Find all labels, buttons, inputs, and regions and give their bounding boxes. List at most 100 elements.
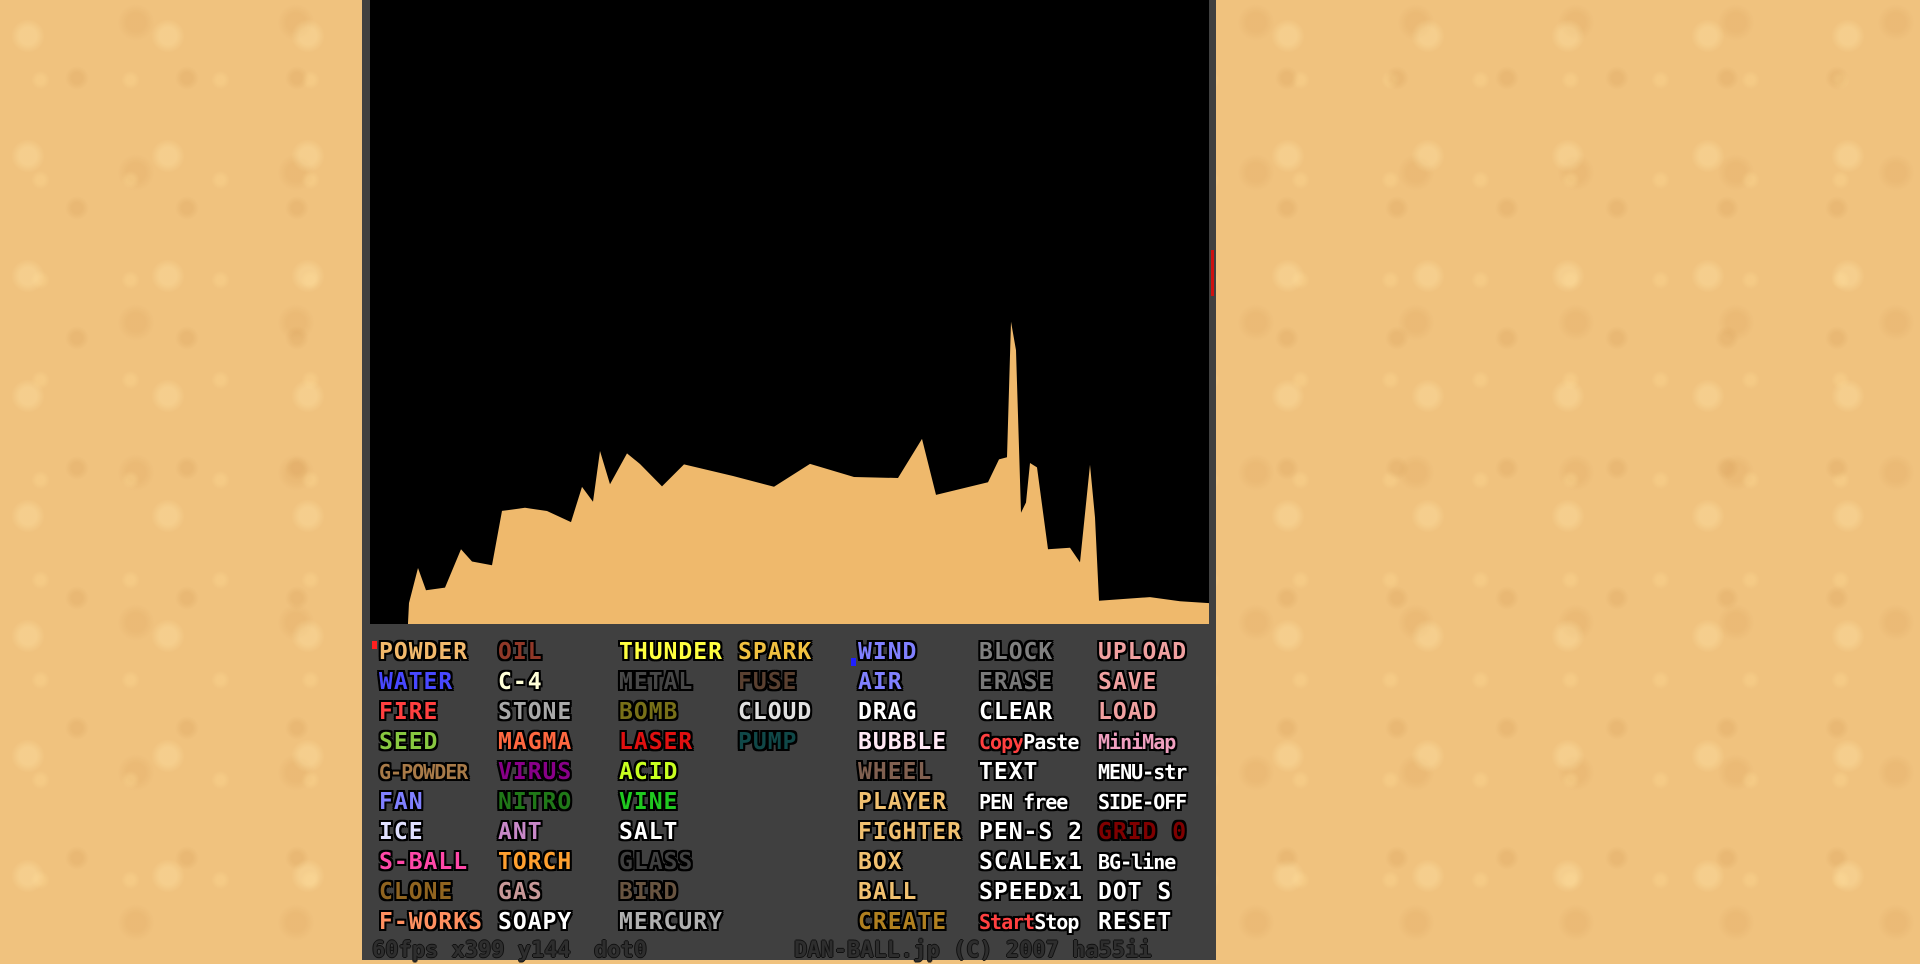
menu-item-virus[interactable]: VIRUS xyxy=(498,757,572,787)
menu-item-label: FUSE xyxy=(738,669,798,695)
menu-item-ball[interactable]: BALL xyxy=(858,877,917,907)
menu-item-fighter[interactable]: FIGHTER xyxy=(858,817,962,847)
menu-item-label: RESET xyxy=(1098,909,1173,935)
menu-item-cloud[interactable]: CLOUD xyxy=(738,697,812,727)
menu-item-copypaste[interactable]: CopyPaste xyxy=(979,727,1079,757)
menu-item-spark[interactable]: SPARK xyxy=(738,637,812,667)
menu-item-drag[interactable]: DRAG xyxy=(858,697,917,727)
menu-item-bomb[interactable]: BOMB xyxy=(619,697,678,727)
menu-item-nitro[interactable]: NITRO xyxy=(498,787,572,817)
menu-item-water[interactable]: WATER xyxy=(379,667,453,697)
menu-item-seed[interactable]: SEED xyxy=(379,727,438,757)
menu-item-pen-free[interactable]: PEN free xyxy=(979,787,1068,817)
menu-item-dot-s[interactable]: DOT S xyxy=(1098,877,1172,907)
menu-item-save[interactable]: SAVE xyxy=(1098,667,1157,697)
menu-item-label: ACID xyxy=(619,759,679,785)
powder-game-window: POWDER WATER FIRE SEED G-POWDER FAN ICE S-BALL C… xyxy=(362,0,1216,963)
menu-item-label: WIND xyxy=(858,639,918,665)
menu-item-torch[interactable]: TORCH xyxy=(498,847,572,877)
menu-item-label: G-POWDER xyxy=(379,760,468,784)
menu-item-label: FAN xyxy=(379,789,424,815)
menu-item-acid[interactable]: ACID xyxy=(619,757,678,787)
menu-item-wheel[interactable]: WHEEL xyxy=(858,757,932,787)
menu-item-ant[interactable]: ANT xyxy=(498,817,543,847)
menu-item-label: OIL xyxy=(498,639,543,665)
menu-item-label: PLAYER xyxy=(858,789,948,815)
menu-item-label: TORCH xyxy=(498,849,573,875)
menu-item-thunder[interactable]: THUNDER xyxy=(619,637,723,667)
menu-item-fire[interactable]: FIRE xyxy=(379,697,438,727)
menu-item-block[interactable]: BLOCK xyxy=(979,637,1053,667)
menu-item-create[interactable]: CREATE xyxy=(858,907,947,937)
status-readout: 60fps x399 y144 dot0 xyxy=(372,938,647,964)
menu-item-soapy[interactable]: SOAPY xyxy=(498,907,572,937)
menu-item-menu-str[interactable]: MENU-str xyxy=(1098,757,1187,787)
menu-item-label: POWDER xyxy=(379,639,469,665)
menu-item-label: WHEEL xyxy=(858,759,933,785)
menu-item-erase[interactable]: ERASE xyxy=(979,667,1053,697)
menu-item-clone[interactable]: CLONE xyxy=(379,877,453,907)
menu-item-air[interactable]: AIR xyxy=(858,667,903,697)
menu-item-pump[interactable]: PUMP xyxy=(738,727,797,757)
menu-item-label: SPARK xyxy=(738,639,813,665)
menu-item-reset[interactable]: RESET xyxy=(1098,907,1172,937)
menu-item-minimap[interactable]: MiniMap xyxy=(1098,727,1176,757)
menu-item-label: CLOUD xyxy=(738,699,813,725)
menu-item-label: WATER xyxy=(379,669,454,695)
menu-item-label: SEED xyxy=(379,729,439,755)
menu-item-text[interactable]: TEXT xyxy=(979,757,1038,787)
menu-item-mercury[interactable]: MERCURY xyxy=(619,907,723,937)
menu-item-vine[interactable]: VINE xyxy=(619,787,678,817)
menu-item-fuse[interactable]: FUSE xyxy=(738,667,797,697)
menu-item-ice[interactable]: ICE xyxy=(379,817,424,847)
menu-item-load[interactable]: LOAD xyxy=(1098,697,1157,727)
menu-item-pen-s-2[interactable]: PEN-S 2 xyxy=(979,817,1083,847)
menu-item-g-powder[interactable]: G-POWDER xyxy=(379,757,468,787)
menu-item-bubble[interactable]: BUBBLE xyxy=(858,727,947,757)
menu-item-label: MiniMap xyxy=(1098,730,1176,754)
menu-item-salt[interactable]: SALT xyxy=(619,817,678,847)
menu-item-label: SPEEDx1 xyxy=(979,879,1083,905)
menu-item-oil[interactable]: OIL xyxy=(498,637,543,667)
menu-item-stone[interactable]: STONE xyxy=(498,697,572,727)
cursor-y: y144 xyxy=(517,938,571,963)
menu-item-s-ball[interactable]: S-BALL xyxy=(379,847,468,877)
menu-item-gas[interactable]: GAS xyxy=(498,877,543,907)
menu-item-label: BUBBLE xyxy=(858,729,948,755)
menu-item-scalex1[interactable]: SCALEx1 xyxy=(979,847,1083,877)
menu-item-magma[interactable]: MAGMA xyxy=(498,727,572,757)
menu-item-clear[interactable]: CLEAR xyxy=(979,697,1053,727)
menu-item-bird[interactable]: BIRD xyxy=(619,877,678,907)
dot-count: dot0 xyxy=(593,938,647,963)
menu-item-bg-line[interactable]: BG-line xyxy=(1098,847,1176,877)
menu-item-label: PEN free xyxy=(979,790,1068,814)
menu-item-startstop[interactable]: StartStop xyxy=(979,907,1079,937)
menu-item-laser[interactable]: LASER xyxy=(619,727,693,757)
menu-item-label: MENU-str xyxy=(1098,760,1187,784)
menu-item-label: LOAD xyxy=(1098,699,1158,725)
menu-item-side-off[interactable]: SIDE-OFF xyxy=(1098,787,1187,817)
simulation-canvas[interactable] xyxy=(370,0,1209,624)
menu-item-glass[interactable]: GLASS xyxy=(619,847,693,877)
credit-text: DAN-BALL.jp (C) 2007 ha55ii xyxy=(794,938,1152,963)
scroll-marker xyxy=(1211,250,1214,296)
menu-item-speedx1[interactable]: SPEEDx1 xyxy=(979,877,1083,907)
menu-item-label: LASER xyxy=(619,729,694,755)
menu-item-label: FIRE xyxy=(379,699,439,725)
menu-item-metal[interactable]: METAL xyxy=(619,667,693,697)
menu-item-wind[interactable]: WIND xyxy=(858,637,917,667)
menu-item-c-4[interactable]: C-4 xyxy=(498,667,543,697)
menu-item-label: VINE xyxy=(619,789,679,815)
menu-item-f-works[interactable]: F-WORKS xyxy=(379,907,483,937)
menu-item-label: BOMB xyxy=(619,699,679,725)
menu-item-player[interactable]: PLAYER xyxy=(858,787,947,817)
menu-item-label: MERCURY xyxy=(619,909,723,935)
menu-item-powder[interactable]: POWDER xyxy=(379,637,468,667)
menu-item-fan[interactable]: FAN xyxy=(379,787,424,817)
powder-pile xyxy=(408,321,1209,624)
menu-item-grid-0[interactable]: GRID 0 xyxy=(1098,817,1187,847)
menu-item-upload[interactable]: UPLOAD xyxy=(1098,637,1187,667)
left-selection-marker xyxy=(372,641,377,649)
menu-item-box[interactable]: BOX xyxy=(858,847,903,877)
menu-item-label: DOT S xyxy=(1098,879,1173,905)
